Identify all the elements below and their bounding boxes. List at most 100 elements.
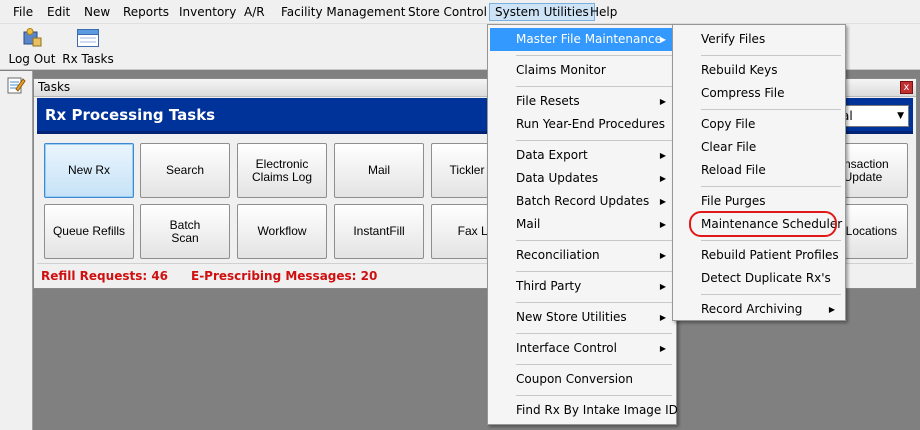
submenu-arrow-icon: ▶ (659, 97, 666, 106)
menu-item-label: Run Year-End Procedures (516, 117, 665, 131)
menu-ar[interactable]: A/R (239, 3, 270, 21)
menu-item-reconciliation[interactable]: Reconciliation ▶ (490, 244, 674, 267)
menu-item-label: Verify Files (701, 32, 766, 46)
menu-separator (516, 271, 672, 272)
submenu-arrow-icon: ▶ (659, 313, 666, 322)
window-icon (62, 28, 114, 51)
electronic-claims-log-button[interactable]: Electronic Claims Log (237, 143, 327, 198)
logout-button[interactable]: Log Out (6, 26, 58, 68)
submenu-item-record-archiving[interactable]: Record Archiving ▶ (675, 298, 843, 321)
menu-item-label: Clear File (701, 140, 757, 154)
menu-item-data-updates[interactable]: Data Updates ▶ (490, 167, 674, 190)
menu-item-batch-record-updates[interactable]: Batch Record Updates ▶ (490, 190, 674, 213)
submenu-arrow-icon: ▶ (659, 220, 666, 229)
submenu-item-detect-duplicate-rx-s[interactable]: Detect Duplicate Rx's (675, 267, 843, 290)
menu-edit[interactable]: Edit (42, 3, 75, 21)
menu-item-find-rx-by-intake-image-id[interactable]: Find Rx By Intake Image ID (490, 399, 678, 422)
refill-requests-link[interactable]: Refill Requests: 46 (41, 269, 168, 283)
menu-item-label: Claims Monitor (516, 63, 606, 77)
menu-item-label: Third Party (516, 279, 582, 293)
submenu-arrow-icon: ▶ (659, 282, 666, 291)
menu-item-label: Record Archiving (701, 302, 803, 316)
menu-file[interactable]: File (8, 3, 38, 21)
logout-icon (6, 28, 58, 51)
menu-item-label: Compress File (701, 86, 785, 100)
left-tool-strip (0, 71, 33, 430)
menu-inventory[interactable]: Inventory (174, 3, 241, 21)
menu-item-label: Master File Maintenance (516, 32, 662, 46)
menu-separator (701, 294, 841, 295)
submenu-arrow-icon: ▶ (659, 35, 666, 44)
menu-separator (516, 86, 672, 87)
submenu-arrow-icon: ▶ (659, 251, 666, 260)
menu-separator (516, 302, 672, 303)
search-button[interactable]: Search (140, 143, 230, 198)
menu-separator (516, 364, 672, 365)
submenu-item-verify-files[interactable]: Verify Files (675, 28, 843, 51)
submenu-item-compress-file[interactable]: Compress File (675, 82, 843, 105)
page-title: Rx Processing Tasks (45, 106, 216, 124)
menu-reports[interactable]: Reports (118, 3, 174, 21)
master-file-submenu: Verify Files Rebuild Keys Compress File Cop… (672, 24, 846, 321)
menu-item-label: Mail (516, 217, 541, 231)
menu-bar: File Edit New Reports Inventory A/R Faci… (0, 0, 920, 24)
menu-item-data-export[interactable]: Data Export ▶ (490, 144, 674, 167)
tasks-window-title: Tasks (38, 80, 71, 94)
menu-new[interactable]: New (79, 3, 115, 21)
close-icon[interactable]: x (900, 81, 913, 94)
menu-help[interactable]: Help (585, 3, 622, 21)
menu-item-file-resets[interactable]: File Resets ▶ (490, 90, 674, 113)
menu-item-label: Rebuild Patient Profiles (701, 248, 839, 262)
menu-separator (516, 140, 672, 141)
submenu-arrow-icon: ▶ (659, 344, 666, 353)
menu-facility-management[interactable]: Facility Management (276, 3, 410, 21)
batch-scan-button[interactable]: Batch Scan (140, 204, 230, 259)
submenu-arrow-icon: ▶ (659, 174, 666, 183)
menu-separator (516, 240, 672, 241)
mail-button[interactable]: Mail (334, 143, 424, 198)
instantfill-button[interactable]: InstantFill (334, 204, 424, 259)
menu-item-label: Rebuild Keys (701, 63, 778, 77)
submenu-item-rebuild-patient-profiles[interactable]: Rebuild Patient Profiles (675, 244, 843, 267)
submenu-arrow-icon: ▶ (828, 305, 835, 314)
submenu-item-reload-file[interactable]: Reload File (675, 159, 843, 182)
menu-item-claims-monitor[interactable]: Claims Monitor (490, 59, 674, 82)
submenu-arrow-icon: ▶ (659, 197, 666, 206)
menu-item-master-file-maintenance[interactable]: Master File Maintenance ▶ (490, 28, 674, 51)
notepad-icon[interactable] (6, 75, 26, 98)
submenu-item-copy-file[interactable]: Copy File (675, 113, 843, 136)
eprescribing-link[interactable]: E-Prescribing Messages: 20 (191, 269, 377, 283)
menu-item-third-party[interactable]: Third Party ▶ (490, 275, 674, 298)
workflow-button[interactable]: Workflow (237, 204, 327, 259)
menu-item-label: Reconciliation (516, 248, 600, 262)
menu-item-label: Interface Control (516, 341, 617, 355)
menu-system-utilities[interactable]: System Utilities (489, 3, 595, 21)
menu-separator (701, 186, 841, 187)
menu-item-mail[interactable]: Mail ▶ (490, 213, 674, 236)
submenu-item-clear-file[interactable]: Clear File (675, 136, 843, 159)
submenu-arrow-icon: ▶ (659, 151, 666, 160)
menu-item-run-year-end-procedures[interactable]: Run Year-End Procedures (490, 113, 674, 136)
menu-item-label: Detect Duplicate Rx's (701, 271, 831, 285)
logout-label: Log Out (8, 52, 56, 66)
store-select[interactable]: al ▼ (837, 105, 909, 127)
queue-refills-button[interactable]: Queue Refills (44, 204, 134, 259)
submenu-item-rebuild-keys[interactable]: Rebuild Keys (675, 59, 843, 82)
menu-separator (701, 55, 841, 56)
menu-item-interface-control[interactable]: Interface Control ▶ (490, 337, 674, 360)
menu-separator (701, 240, 841, 241)
menu-item-label: File Resets (516, 94, 580, 108)
menu-item-coupon-conversion[interactable]: Coupon Conversion (490, 368, 674, 391)
menu-item-label: Data Updates (516, 171, 599, 185)
menu-item-label: Reload File (701, 163, 766, 177)
menu-item-label: File Purges (701, 194, 766, 208)
annotation-circle (689, 211, 837, 237)
submenu-item-file-purges[interactable]: File Purges (675, 190, 843, 213)
menu-separator (516, 395, 672, 396)
menu-item-label: Batch Record Updates (516, 194, 650, 208)
menu-item-new-store-utilities[interactable]: New Store Utilities ▶ (490, 306, 674, 329)
menu-item-label: Copy File (701, 117, 756, 131)
rx-tasks-button[interactable]: Rx Tasks (62, 26, 114, 68)
menu-store-control[interactable]: Store Control (403, 3, 492, 21)
new-rx-button[interactable]: New Rx (44, 143, 134, 198)
